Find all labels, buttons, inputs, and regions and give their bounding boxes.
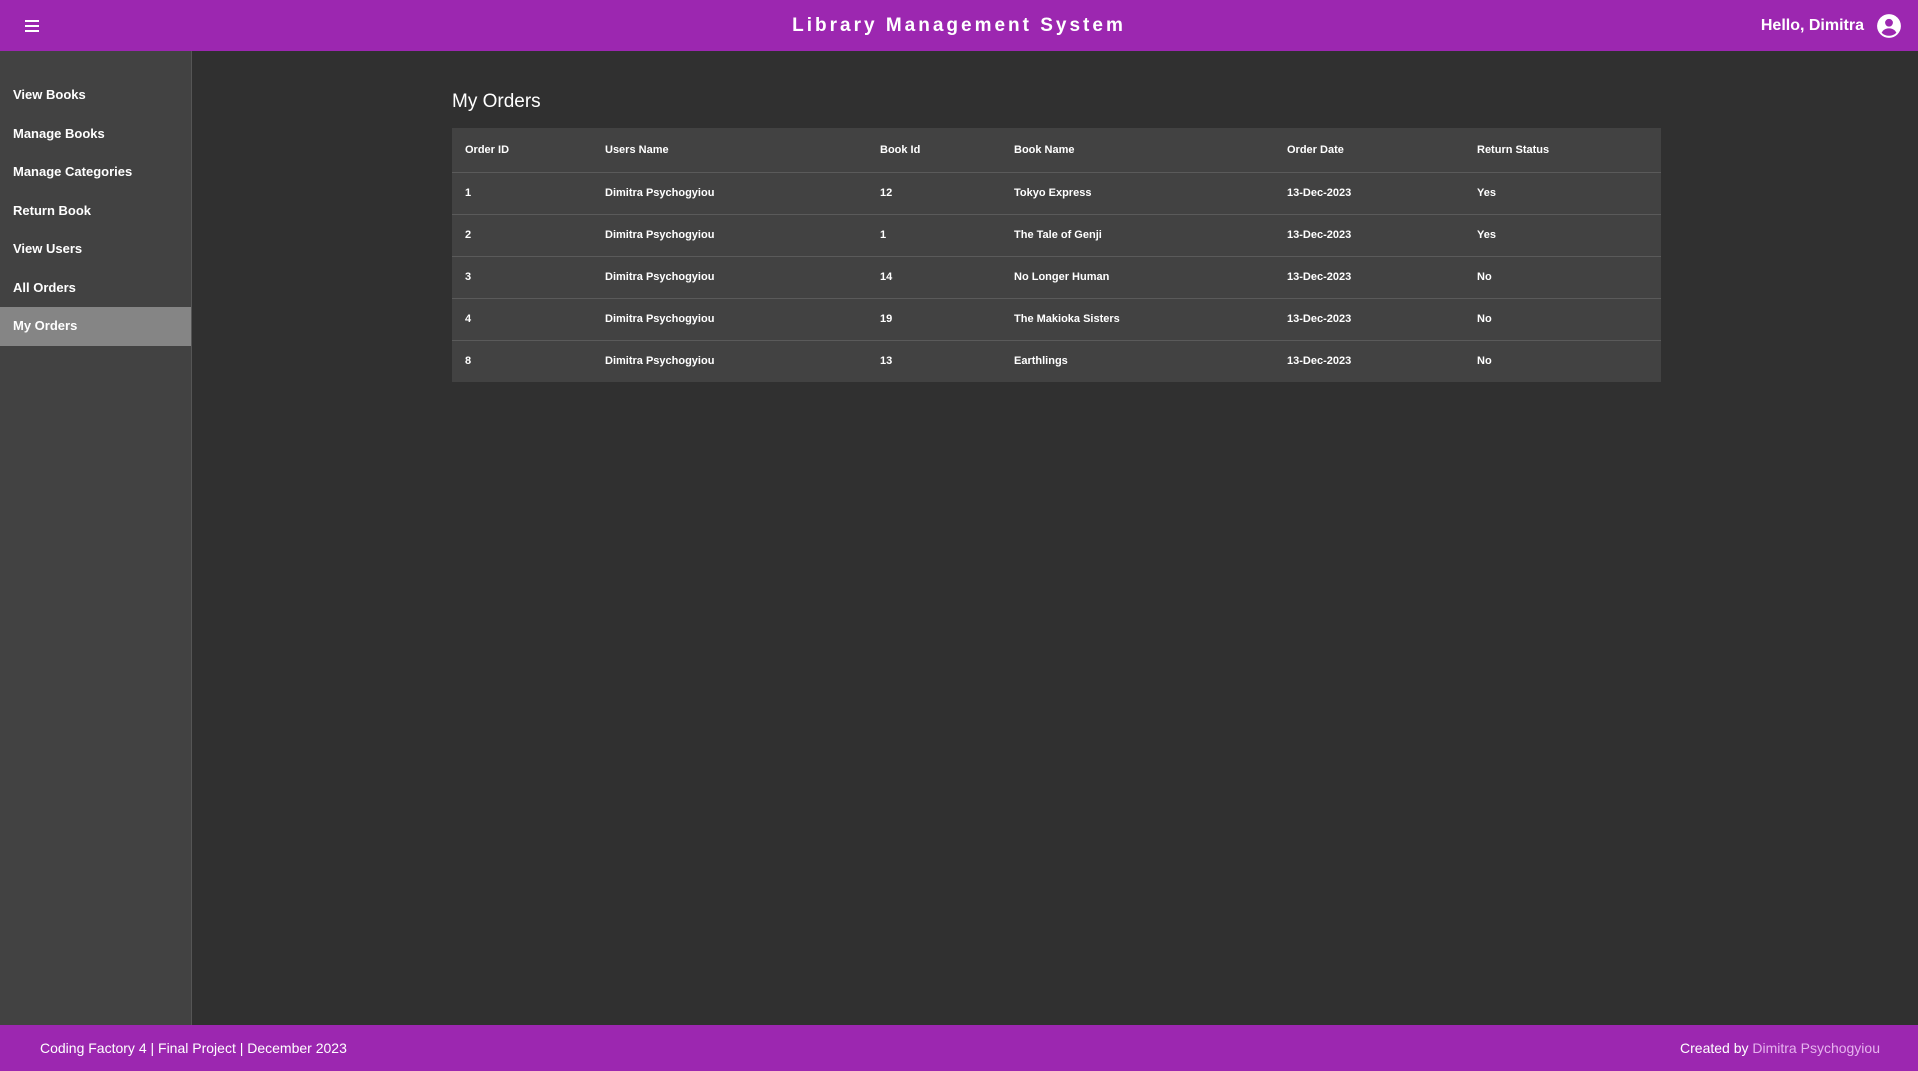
cell-return-status: Yes <box>1464 172 1661 215</box>
cell-return-status: Yes <box>1464 214 1661 257</box>
footer-author-link[interactable]: Dimitra Psychogyiou <box>1752 1040 1880 1056</box>
cell-order-id: 1 <box>452 172 592 215</box>
cell-users-name: Dimitra Psychogyiou <box>592 172 867 215</box>
cell-book-id: 12 <box>867 172 1001 215</box>
orders-table: Order ID Users Name Book Id Book Name Or… <box>452 128 1661 382</box>
cell-users-name: Dimitra Psychogyiou <box>605 355 715 368</box>
cell-book-id: 13 <box>880 355 893 368</box>
cell-book-name: Tokyo Express <box>1001 172 1274 215</box>
sidebar: View Books Manage Books Manage Categorie… <box>0 51 192 1025</box>
sidebar-item-all-orders[interactable]: All Orders <box>0 269 191 308</box>
sidebar-item-manage-books[interactable]: Manage Books <box>0 115 191 154</box>
cell-book-name: The Makioka Sisters <box>1001 298 1274 341</box>
footer-credits: Created by Dimitra Psychogyiou <box>1680 1040 1880 1056</box>
cell-users-name: Dimitra Psychogyiou <box>592 298 867 341</box>
cell-return-status: No <box>1477 355 1492 368</box>
cell-order-date: 13-Dec-2023 <box>1274 172 1464 215</box>
table-header-row: Order ID Users Name Book Id Book Name Or… <box>452 128 1661 173</box>
cell-book-id: 14 <box>867 256 1001 299</box>
cell-order-id: 8 <box>465 355 472 368</box>
main-content: My Orders Order ID Users Name Book Id Bo… <box>193 51 1918 1025</box>
table-row: 8 Dimitra Psychogyiou 13 Earthlings 13-D… <box>452 340 1661 382</box>
cell-order-id: 2 <box>452 214 592 257</box>
cell-order-date: 13-Dec-2023 <box>1274 214 1464 257</box>
cell-book-name: Earthlings <box>1014 355 1068 368</box>
column-header-users-name: Users Name <box>592 128 867 173</box>
sidebar-item-manage-categories[interactable]: Manage Categories <box>0 153 191 192</box>
table-row: 4 Dimitra Psychogyiou 19 The Makioka Sis… <box>452 298 1661 341</box>
menu-icon[interactable] <box>20 14 44 38</box>
account-circle-icon[interactable] <box>1876 13 1902 39</box>
cell-book-id: 1 <box>867 214 1001 257</box>
cell-order-date: 13-Dec-2023 <box>1287 355 1352 368</box>
page-title: My Orders <box>452 91 541 112</box>
table-row: 3 Dimitra Psychogyiou 14 No Longer Human… <box>452 256 1661 299</box>
footer-created-by-label: Created by <box>1680 1040 1749 1056</box>
cell-return-status: No <box>1464 298 1661 341</box>
column-header-return-status: Return Status <box>1464 128 1661 173</box>
column-header-book-name: Book Name <box>1001 128 1274 173</box>
cell-order-id: 4 <box>452 298 592 341</box>
cell-order-date: 13-Dec-2023 <box>1274 298 1464 341</box>
sidebar-item-view-users[interactable]: View Users <box>0 230 191 269</box>
cell-users-name: Dimitra Psychogyiou <box>592 214 867 257</box>
cell-book-name: The Tale of Genji <box>1001 214 1274 257</box>
table-row: 1 Dimitra Psychogyiou 12 Tokyo Express 1… <box>452 172 1661 215</box>
user-menu[interactable]: Hello, Dimitra <box>1761 0 1902 51</box>
user-greeting: Hello, Dimitra <box>1760 16 1864 34</box>
sidebar-item-my-orders[interactable]: My Orders <box>0 307 191 346</box>
table-row: 2 Dimitra Psychogyiou 1 The Tale of Genj… <box>452 214 1661 257</box>
footer-project-info: Coding Factory 4 | Final Project | Decem… <box>40 1040 347 1056</box>
column-header-order-id: Order ID <box>452 128 592 173</box>
top-toolbar: Library Management System Hello, Dimitra <box>0 0 1918 51</box>
footer: Coding Factory 4 | Final Project | Decem… <box>0 1025 1918 1071</box>
cell-order-date: 13-Dec-2023 <box>1274 256 1464 299</box>
app-title: Library Management System <box>792 15 1126 36</box>
column-header-book-id: Book Id <box>867 128 1001 173</box>
cell-return-status: No <box>1464 256 1661 299</box>
sidebar-item-return-book[interactable]: Return Book <box>0 192 191 231</box>
cell-book-id: 19 <box>867 298 1001 341</box>
column-header-order-date: Order Date <box>1274 128 1464 173</box>
sidebar-item-view-books[interactable]: View Books <box>0 76 191 115</box>
cell-users-name: Dimitra Psychogyiou <box>592 256 867 299</box>
cell-book-name: No Longer Human <box>1001 256 1274 299</box>
cell-order-id: 3 <box>452 256 592 299</box>
